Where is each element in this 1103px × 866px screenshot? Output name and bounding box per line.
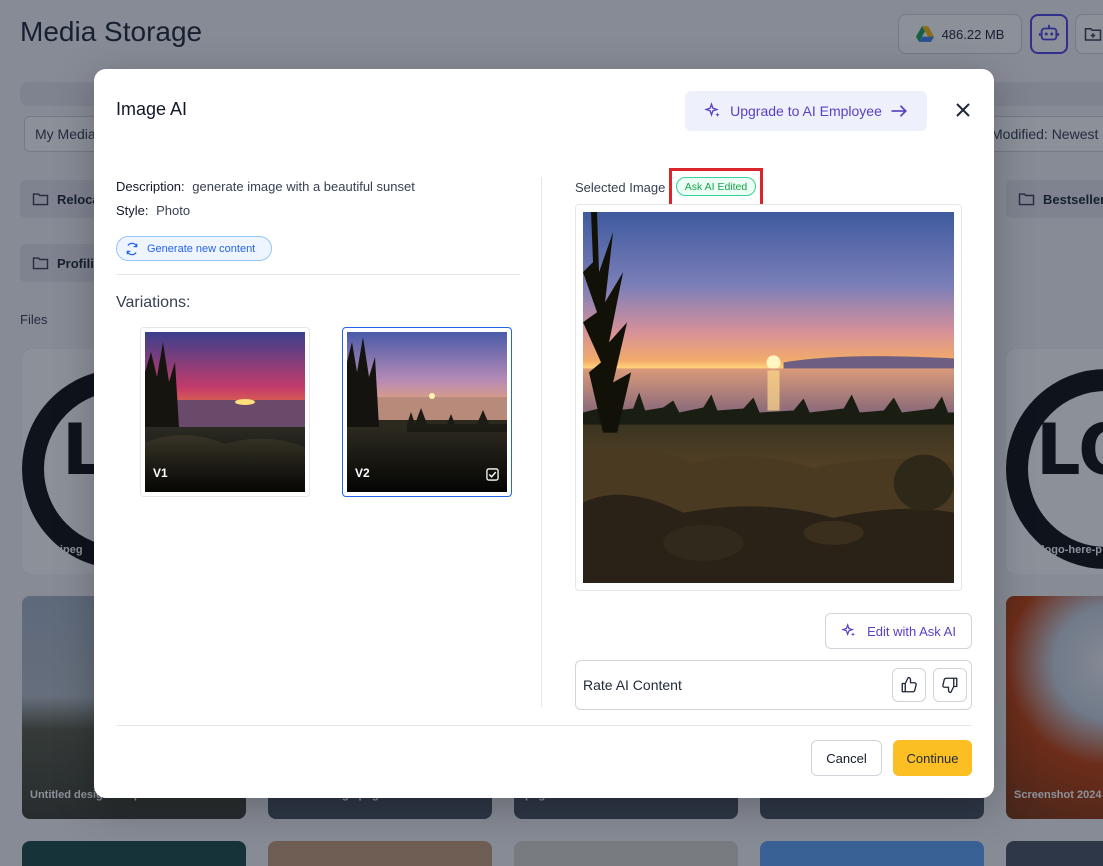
upgrade-ai-employee-button[interactable]: Upgrade to AI Employee [685,91,927,131]
modal-title: Image AI [116,99,188,119]
column-divider [541,177,542,707]
selected-image [583,212,954,583]
rate-label: Rate AI Content [583,677,682,693]
variation-card-v1[interactable]: V1 [140,327,310,497]
upgrade-label: Upgrade to AI Employee [730,103,882,119]
variation-thumbnail: V1 [145,332,305,492]
variations-heading: Variations: [116,294,191,311]
continue-button[interactable]: Continue [893,740,972,776]
thumbs-up-icon [901,676,917,693]
description-value: generate image with a beautiful sunset [192,179,415,194]
variation-label: V2 [355,466,370,480]
arrow-right-icon [891,105,907,117]
style-row: Style: Photo [116,203,190,218]
thumbs-up-button[interactable] [892,668,926,702]
description-label: Description: [116,179,185,194]
thumbs-down-button[interactable] [933,668,967,702]
image-ai-modal: Image AI Upgrade to AI Employee Descript… [94,69,994,798]
description-row: Description: generate image with a beaut… [116,179,415,194]
edit-with-ask-ai-button[interactable]: Edit with Ask AI [825,613,972,649]
style-value: Photo [156,203,191,218]
thumbs-down-icon [942,677,958,694]
footer-divider [116,725,972,726]
close-icon [956,103,970,117]
sparkles-icon [841,623,856,637]
generate-new-content-button[interactable]: Generate new content [116,236,272,261]
divider [116,274,520,275]
refresh-icon [126,242,138,255]
edit-label: Edit with Ask AI [867,623,956,639]
close-modal-button[interactable] [952,99,974,121]
rate-ai-content-panel: Rate AI Content [575,660,972,710]
sparkles-icon [704,102,720,117]
variation-card-v2[interactable]: V2 [342,327,512,497]
cancel-button[interactable]: Cancel [811,740,882,776]
variation-thumbnail: V2 [347,332,507,492]
generate-label: Generate new content [147,242,256,255]
selected-image-frame [575,204,962,591]
style-label: Style: [116,203,149,218]
variation-label: V1 [153,466,168,480]
ask-ai-edited-badge: Ask AI Edited [676,177,756,196]
checkbox-checked-icon [486,468,499,481]
selected-image-label: Selected Image [575,180,666,195]
